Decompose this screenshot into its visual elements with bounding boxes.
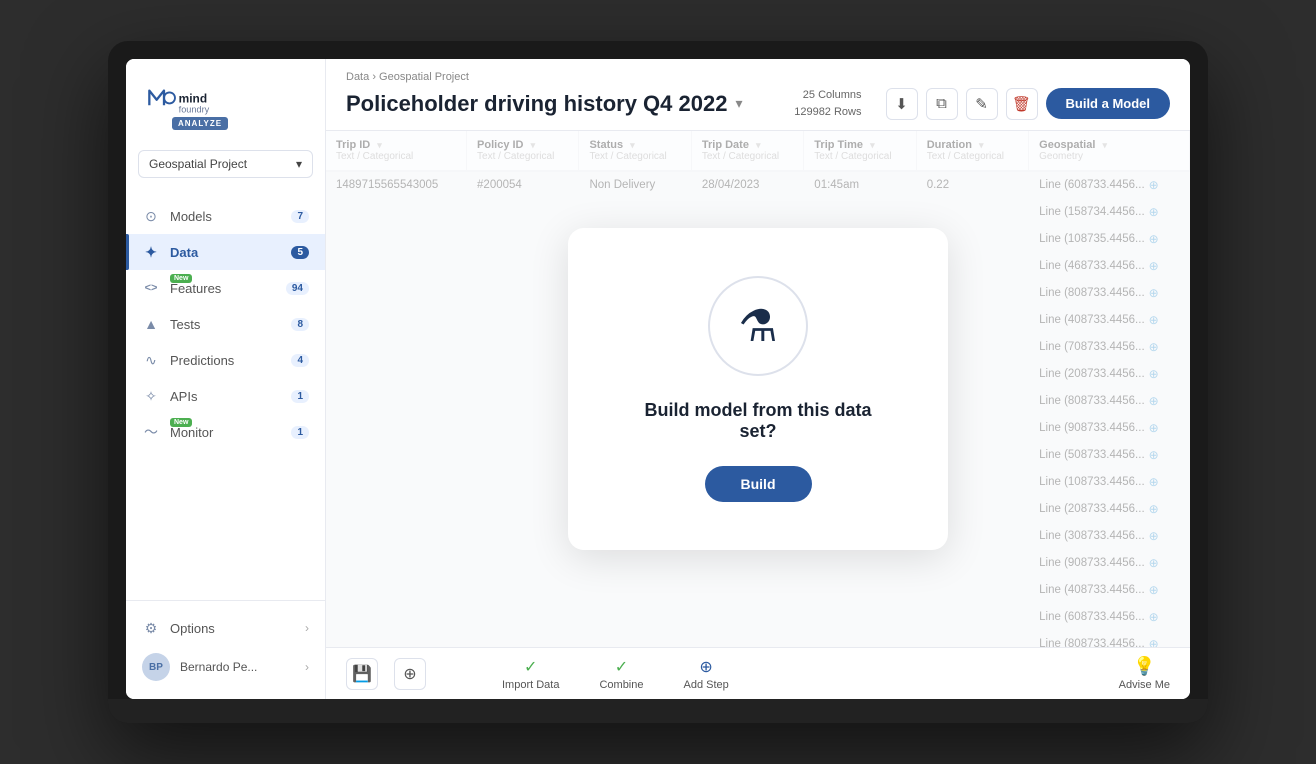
flask-circle: ⚗ bbox=[708, 276, 808, 376]
models-icon: ⊙ bbox=[142, 207, 160, 225]
data-area: Trip ID ▾ Text / Categorical Policy ID ▾… bbox=[326, 131, 1190, 647]
sidebar-item-data[interactable]: ✦ Data 5 bbox=[126, 234, 325, 270]
sidebar-item-label: Tests bbox=[170, 317, 200, 332]
import-data-action[interactable]: ✓ Import Data bbox=[502, 657, 559, 691]
combine-action[interactable]: ✓ Combine bbox=[599, 657, 643, 691]
breadcrumb: Data › Geospatial Project bbox=[346, 71, 1170, 83]
svg-text:mind: mind bbox=[179, 92, 207, 106]
monitor-badge: 1 bbox=[291, 426, 309, 439]
breadcrumb-data[interactable]: Data bbox=[346, 71, 369, 83]
check-icon-combine: ✓ bbox=[615, 657, 628, 677]
laptop-bottom bbox=[108, 699, 1208, 723]
features-badge: 94 bbox=[286, 282, 309, 295]
predictions-badge: 4 bbox=[291, 354, 309, 367]
sidebar: mind foundry ANALYZE Geospatial Project … bbox=[126, 59, 326, 699]
combine-label: Combine bbox=[599, 679, 643, 691]
check-icon: ✓ bbox=[524, 657, 537, 677]
options-left: ⚙ Options bbox=[142, 619, 215, 637]
apis-icon: ✧ bbox=[142, 387, 160, 405]
data-badge: 5 bbox=[291, 246, 309, 259]
new-tag-monitor: New bbox=[170, 418, 192, 427]
columns-count: 25 Columns bbox=[794, 87, 861, 104]
sidebar-item-apis[interactable]: ✧ APIs 1 bbox=[126, 378, 325, 414]
header-right: 25 Columns 129982 Rows ⬇ ⧉ ✎ 🗑 Build a M… bbox=[794, 87, 1170, 120]
modal-overlay: ⚗ Build model from this data set? Build bbox=[326, 131, 1190, 647]
import-data-label: Import Data bbox=[502, 679, 559, 691]
copy-button[interactable]: ⧉ bbox=[926, 88, 958, 120]
modal-title: Build model from this data set? bbox=[624, 400, 892, 442]
add-step-label: Add Step bbox=[684, 679, 729, 691]
main-content: Data › Geospatial Project Policeholder d… bbox=[326, 59, 1190, 699]
rows-count: 129982 Rows bbox=[794, 104, 861, 121]
edit-button[interactable]: ✎ bbox=[966, 88, 998, 120]
sidebar-item-label: APIs bbox=[170, 389, 197, 404]
new-tag: New bbox=[170, 274, 192, 283]
logo-area: mind foundry ANALYZE bbox=[126, 59, 325, 138]
laptop-frame: mind foundry ANALYZE Geospatial Project … bbox=[108, 41, 1208, 723]
dataset-title: Policeholder driving history Q4 2022 bbox=[346, 91, 727, 117]
nav-items: ⊙ Models 7 ✦ Data 5 New <> Features 94 ▲ bbox=[126, 190, 325, 600]
sidebar-item-models[interactable]: ⊙ Models 7 bbox=[126, 198, 325, 234]
advise-label: Advise Me bbox=[1119, 679, 1170, 691]
dataset-meta: 25 Columns 129982 Rows bbox=[794, 87, 861, 120]
sidebar-item-label: Models bbox=[170, 209, 212, 224]
svg-text:foundry: foundry bbox=[179, 105, 210, 115]
apis-badge: 1 bbox=[291, 390, 309, 403]
breadcrumb-project[interactable]: Geospatial Project bbox=[379, 71, 469, 83]
modal-build-button[interactable]: Build bbox=[705, 466, 812, 502]
options-label: Options bbox=[170, 621, 215, 636]
header-actions: ⬇ ⧉ ✎ 🗑 Build a Model bbox=[886, 88, 1171, 120]
bottom-toolbar: 💾 ⊕ ✓ Import Data ✓ Combine ⊕ Add Step 💡… bbox=[326, 647, 1190, 699]
download-button[interactable]: ⬇ bbox=[886, 88, 918, 120]
delete-button[interactable]: 🗑 bbox=[1006, 88, 1038, 120]
modal-card: ⚗ Build model from this data set? Build bbox=[568, 228, 948, 550]
save-button[interactable]: 💾 bbox=[346, 658, 378, 690]
sidebar-item-predictions[interactable]: ∿ Predictions 4 bbox=[126, 342, 325, 378]
sidebar-bottom: ⚙ Options › BP Bernardo Pe... › bbox=[126, 600, 325, 699]
predictions-icon: ∿ bbox=[142, 351, 160, 369]
screen: mind foundry ANALYZE Geospatial Project … bbox=[126, 59, 1190, 699]
dataset-dropdown-icon[interactable]: ▾ bbox=[735, 95, 742, 112]
add-button[interactable]: ⊕ bbox=[394, 658, 426, 690]
logo-svg: mind foundry bbox=[142, 79, 252, 115]
user-item[interactable]: BP Bernardo Pe... › bbox=[126, 645, 325, 689]
project-selector-label: Geospatial Project bbox=[149, 157, 247, 171]
options-item[interactable]: ⚙ Options › bbox=[126, 611, 325, 645]
add-step-icon: ⊕ bbox=[699, 657, 712, 677]
features-icon: <> bbox=[142, 279, 160, 297]
analyze-badge: ANALYZE bbox=[172, 117, 228, 130]
dataset-header: Policeholder driving history Q4 2022 ▾ 2… bbox=[346, 87, 1170, 120]
chevron-right-icon: › bbox=[305, 621, 309, 635]
chevron-down-icon: ▾ bbox=[296, 157, 302, 171]
models-badge: 7 bbox=[291, 210, 309, 223]
user-chevron-icon: › bbox=[305, 660, 309, 674]
sidebar-item-features[interactable]: New <> Features 94 bbox=[126, 270, 325, 306]
data-icon: ✦ bbox=[142, 243, 160, 261]
tests-icon: ▲ bbox=[142, 315, 160, 333]
top-bar: Data › Geospatial Project Policeholder d… bbox=[326, 59, 1190, 131]
avatar: BP bbox=[142, 653, 170, 681]
dataset-title-area: Policeholder driving history Q4 2022 ▾ bbox=[346, 91, 743, 117]
bulb-icon: 💡 bbox=[1133, 656, 1155, 677]
add-step-action[interactable]: ⊕ Add Step bbox=[684, 657, 729, 691]
sidebar-item-tests[interactable]: ▲ Tests 8 bbox=[126, 306, 325, 342]
user-name: Bernardo Pe... bbox=[180, 660, 257, 674]
flask-icon: ⚗ bbox=[738, 301, 777, 352]
advise-me-button[interactable]: 💡 Advise Me bbox=[1119, 656, 1170, 691]
options-icon: ⚙ bbox=[142, 619, 160, 637]
monitor-icon: 〜 bbox=[142, 423, 160, 441]
sidebar-item-monitor[interactable]: New 〜 Monitor 1 bbox=[126, 414, 325, 450]
sidebar-item-label: Predictions bbox=[170, 353, 234, 368]
project-selector[interactable]: Geospatial Project ▾ bbox=[138, 150, 313, 178]
build-model-button[interactable]: Build a Model bbox=[1046, 88, 1171, 119]
tests-badge: 8 bbox=[291, 318, 309, 331]
sidebar-item-label: Data bbox=[170, 245, 198, 260]
